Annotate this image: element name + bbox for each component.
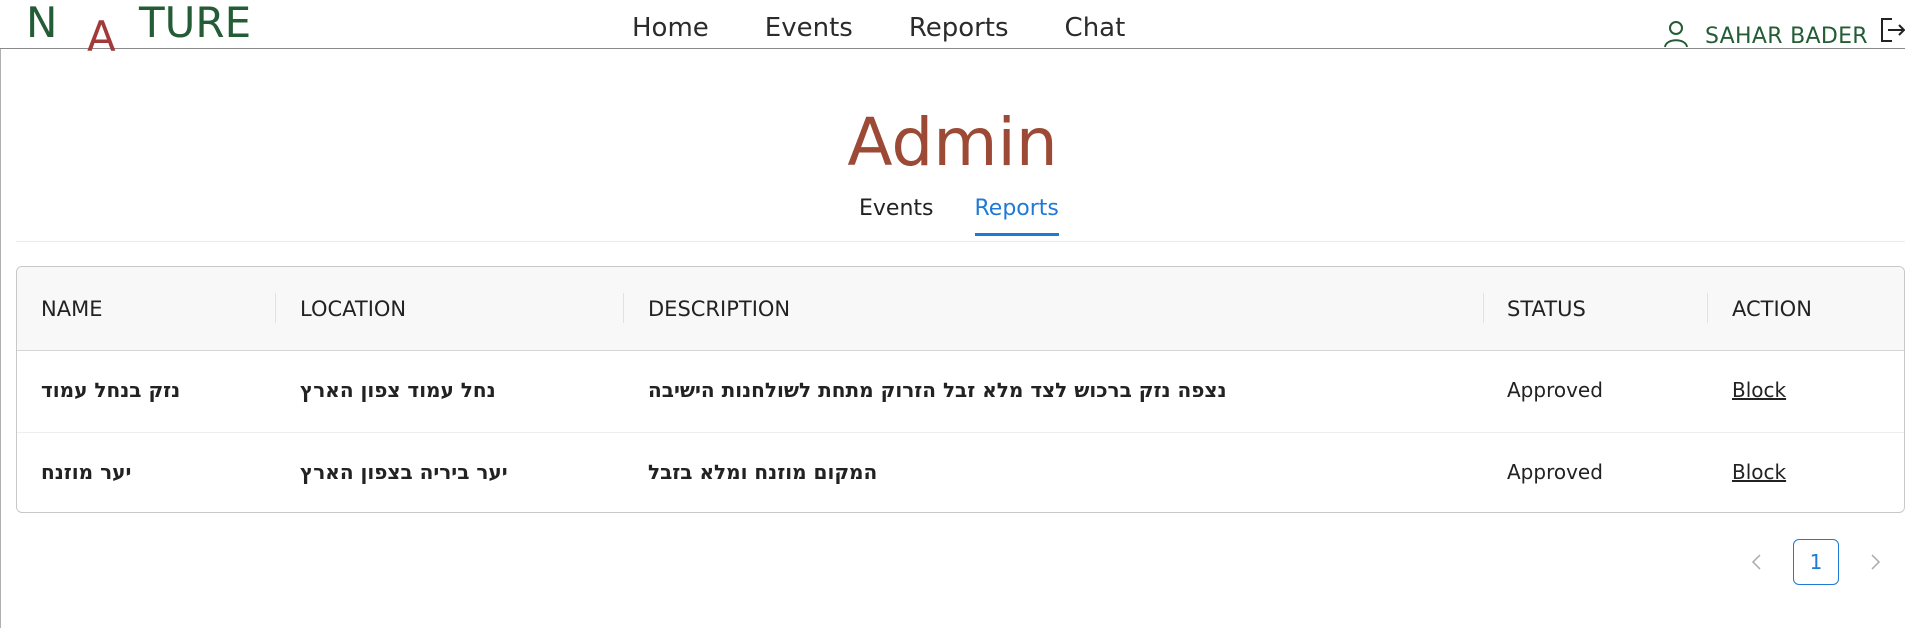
pagination: 1: [1745, 539, 1887, 585]
column-divider: [275, 293, 276, 323]
tab-events[interactable]: Events: [859, 196, 934, 236]
table-row: יער מוזנח יער ביריה בצפון הארץ המקום מוז…: [17, 432, 1904, 512]
header-name: NAME: [41, 297, 103, 321]
nav-reports[interactable]: Reports: [909, 13, 1009, 43]
header-location: LOCATION: [300, 297, 407, 321]
tab-reports[interactable]: Reports: [974, 196, 1059, 236]
user-menu[interactable]: SAHAR BADER: [1663, 18, 1868, 49]
header-status: STATUS: [1507, 297, 1586, 321]
top-navbar: N A TURE Home Events Reports Chat SAHAR …: [0, 0, 1905, 58]
cell-location: יער ביריה בצפון הארץ: [300, 460, 508, 484]
cell-status: Approved: [1507, 378, 1603, 402]
user-icon: [1664, 20, 1688, 47]
logout-icon[interactable]: [1878, 16, 1905, 44]
chevron-left-icon[interactable]: [1745, 550, 1769, 574]
reports-table: NAME LOCATION DESCRIPTION STATUS ACTION …: [16, 266, 1905, 513]
header-action: ACTION: [1732, 297, 1812, 321]
column-divider: [623, 293, 624, 323]
logo-letter: N: [26, 0, 58, 47]
block-link[interactable]: Block: [1732, 378, 1786, 402]
user-name: SAHAR BADER: [1705, 24, 1868, 49]
column-divider: [1483, 293, 1484, 323]
cell-description: המקום מוזנח ומלא בזבל: [648, 460, 878, 484]
column-divider: [1707, 293, 1708, 323]
nav-events[interactable]: Events: [765, 13, 853, 43]
header-description: DESCRIPTION: [648, 297, 791, 321]
page-title: Admin: [847, 104, 1058, 181]
cell-location: נחל עמוד צפון הארץ: [300, 378, 496, 402]
nav-chat[interactable]: Chat: [1065, 13, 1126, 43]
page-number-button[interactable]: 1: [1793, 539, 1839, 585]
cell-name: נזק בנחל עמוד: [41, 378, 181, 402]
nav-home[interactable]: Home: [632, 13, 709, 43]
table-header: NAME LOCATION DESCRIPTION STATUS ACTION: [17, 267, 1904, 351]
logo-letters: TURE: [139, 0, 252, 47]
admin-tabs: Events Reports: [859, 196, 1100, 236]
block-link[interactable]: Block: [1732, 460, 1786, 484]
cell-name: יער מוזנח: [41, 460, 132, 484]
chevron-right-icon[interactable]: [1863, 550, 1887, 574]
table-row: נזק בנחל עמוד נחל עמוד צפון הארץ נצפה נז…: [17, 350, 1904, 433]
tabs-divider: [16, 241, 1905, 242]
cell-description: נצפה נזק ברכוש לצד מלא זבל הזרוק מתחת לש…: [648, 378, 1227, 402]
main-nav: Home Events Reports Chat: [632, 13, 1181, 43]
logo-letter-accent: A: [87, 12, 116, 61]
cell-status: Approved: [1507, 460, 1603, 484]
